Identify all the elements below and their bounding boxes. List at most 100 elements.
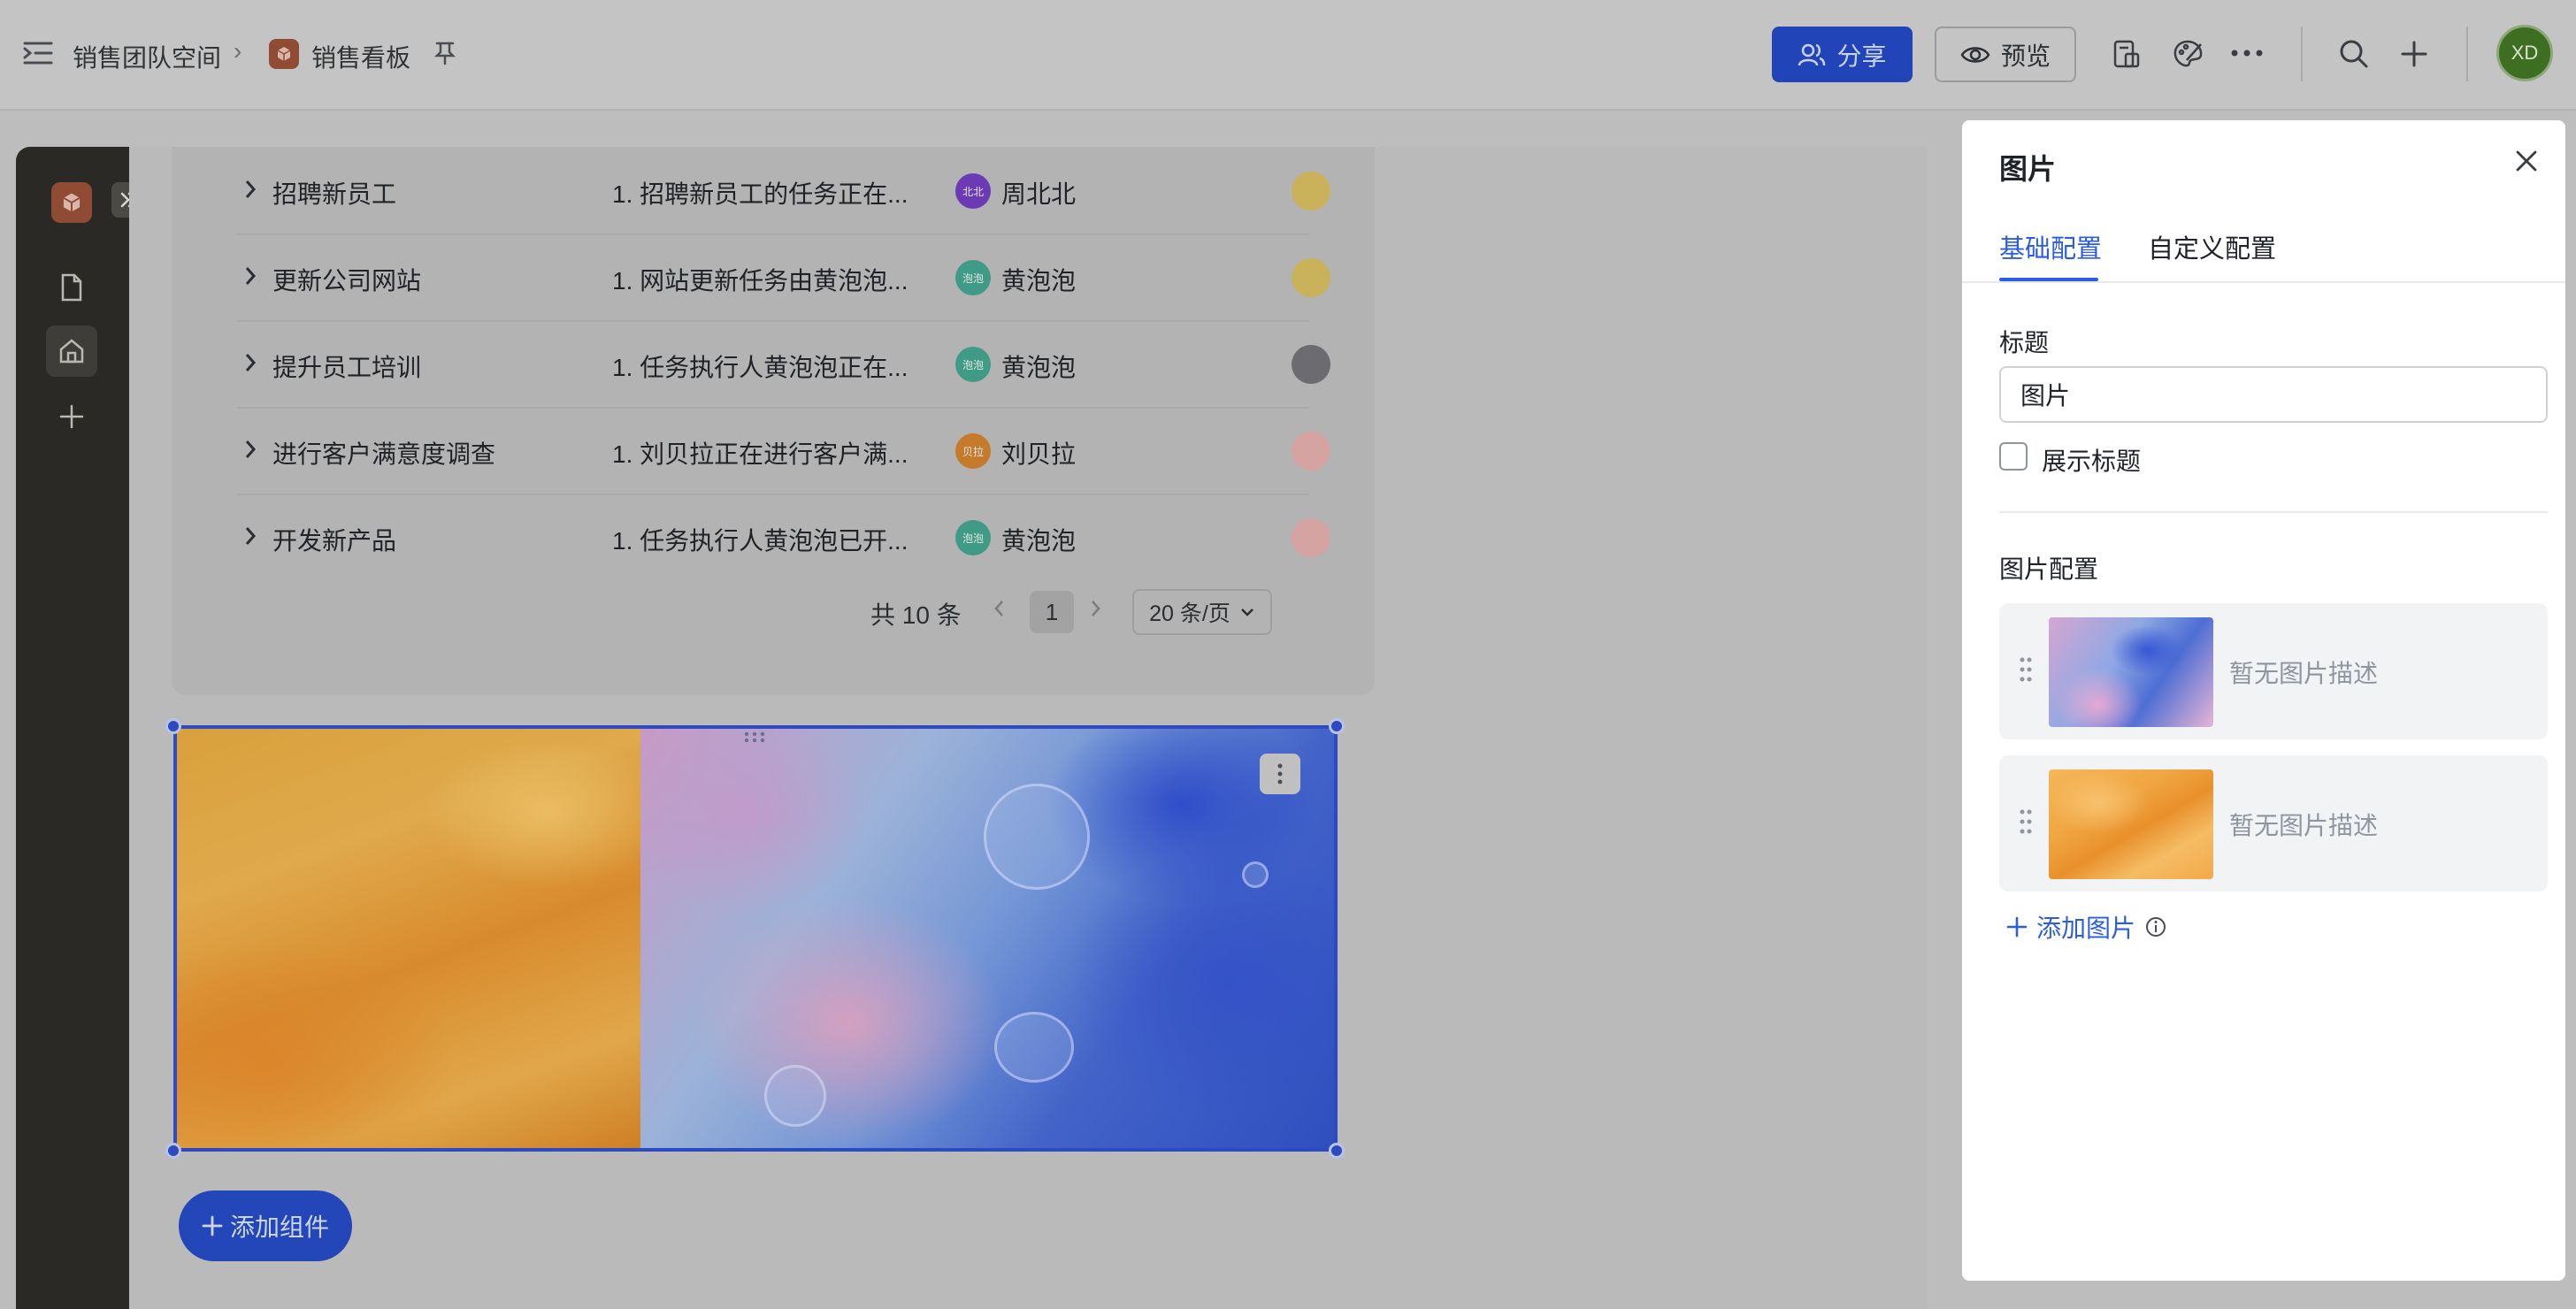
resize-handle-bottom-right[interactable] bbox=[1329, 1143, 1345, 1159]
table-row[interactable]: 招聘新员工 1. 招聘新员工的任务正在... 北北 周北北 bbox=[237, 149, 1330, 235]
left-rail bbox=[16, 147, 147, 1309]
assignee-avatar: 北北 bbox=[955, 173, 991, 209]
resize-handle-top-left[interactable] bbox=[165, 718, 181, 734]
resize-handle-bottom-left[interactable] bbox=[165, 1143, 181, 1159]
orange-marble-image bbox=[177, 729, 640, 1148]
page-number-button[interactable]: 1 bbox=[1030, 591, 1074, 633]
toolbar-divider-2 bbox=[2466, 27, 2468, 81]
breadcrumb-separator: › bbox=[234, 37, 242, 65]
template-icon[interactable] bbox=[2112, 39, 2141, 69]
search-icon[interactable] bbox=[2339, 39, 2369, 69]
status-dot bbox=[1292, 345, 1330, 384]
row-title: 开发新产品 bbox=[272, 527, 397, 555]
assignee-avatar: 泡泡 bbox=[955, 347, 991, 382]
home-icon bbox=[59, 339, 84, 364]
tab-custom-config[interactable]: 自定义配置 bbox=[2148, 228, 2276, 265]
page-size-value: 20 条/页 bbox=[1149, 601, 1230, 626]
image-thumbnail bbox=[2049, 617, 2213, 727]
plus-icon bbox=[202, 1215, 223, 1236]
status-dot bbox=[1292, 432, 1330, 471]
drag-grip-icon[interactable] bbox=[2019, 808, 2033, 839]
row-description: 1. 网站更新任务由黄泡泡... bbox=[612, 267, 908, 295]
row-title: 招聘新员工 bbox=[272, 180, 397, 208]
vertical-more-icon bbox=[1277, 763, 1283, 785]
board-logo-icon bbox=[269, 39, 299, 69]
tabs-divider bbox=[1962, 281, 2565, 283]
preview-label: 预览 bbox=[2000, 42, 2051, 70]
chevron-down-icon bbox=[1240, 609, 1254, 616]
close-icon[interactable] bbox=[2514, 149, 2539, 178]
assignee-avatar: 泡泡 bbox=[955, 260, 991, 295]
assignee-name: 黄泡泡 bbox=[1001, 527, 1077, 555]
table-row[interactable]: 更新公司网站 1. 网站更新任务由黄泡泡... 泡泡 黄泡泡 bbox=[237, 235, 1330, 322]
prev-page-icon[interactable] bbox=[993, 598, 1005, 624]
title-field-label: 标题 bbox=[1999, 329, 2050, 356]
image-widget[interactable] bbox=[173, 725, 1338, 1152]
assignee-name: 黄泡泡 bbox=[1001, 354, 1077, 381]
page-size-select[interactable]: 20 条/页 bbox=[1132, 589, 1272, 635]
resize-handle-top-right[interactable] bbox=[1329, 718, 1345, 734]
plus-icon bbox=[2006, 916, 2028, 938]
rail-home-button[interactable] bbox=[46, 325, 97, 377]
sidebar-toggle-icon[interactable] bbox=[23, 41, 53, 65]
widget-menu-button[interactable] bbox=[1260, 754, 1300, 794]
add-image-button[interactable]: 添加图片 bbox=[2006, 909, 2167, 945]
image-list-item[interactable]: 暂无图片描述 bbox=[1999, 603, 2548, 739]
breadcrumb-space[interactable]: 销售团队空间 bbox=[73, 39, 221, 74]
row-description: 1. 刘贝拉正在进行客户满... bbox=[612, 440, 908, 468]
expand-chevron-icon[interactable] bbox=[244, 352, 257, 378]
pagination-total: 共 10 条 bbox=[870, 601, 962, 629]
row-description: 1. 任务执行人黄泡泡正在... bbox=[612, 354, 908, 381]
row-title: 提升员工培训 bbox=[272, 354, 422, 381]
image-list-item[interactable]: 暂无图片描述 bbox=[1999, 755, 2548, 892]
table-row[interactable]: 提升员工培训 1. 任务执行人黄泡泡正在... 泡泡 黄泡泡 bbox=[237, 322, 1330, 409]
drag-grip-icon[interactable] bbox=[2019, 656, 2033, 687]
toolbar-divider bbox=[2301, 27, 2303, 81]
share-button[interactable]: 分享 bbox=[1772, 27, 1913, 82]
next-page-icon[interactable] bbox=[1090, 598, 1102, 624]
image-description: 暂无图片描述 bbox=[2229, 812, 2379, 839]
page-title: 销售看板 bbox=[311, 44, 411, 72]
add-image-label: 添加图片 bbox=[2036, 915, 2136, 942]
top-bar: 销售团队空间 › 销售看板 分享 预览 XD bbox=[0, 0, 2576, 111]
status-dot bbox=[1292, 172, 1330, 211]
app-logo-icon[interactable] bbox=[51, 182, 92, 223]
document-icon bbox=[61, 273, 82, 302]
rail-document-button[interactable] bbox=[46, 262, 97, 313]
user-avatar[interactable]: XD bbox=[2496, 25, 2553, 81]
image-description: 暂无图片描述 bbox=[2229, 660, 2379, 687]
info-icon[interactable] bbox=[2144, 915, 2167, 938]
section-divider bbox=[1999, 511, 2548, 513]
assignee-name: 周北北 bbox=[1001, 180, 1077, 208]
more-icon[interactable] bbox=[2231, 50, 2263, 57]
image-config-label: 图片配置 bbox=[1999, 555, 2099, 583]
expand-chevron-icon[interactable] bbox=[244, 265, 257, 291]
tab-basic-config[interactable]: 基础配置 bbox=[1999, 228, 2102, 265]
plus-icon bbox=[59, 404, 84, 429]
show-title-checkbox[interactable] bbox=[1999, 442, 2028, 471]
table-row[interactable]: 进行客户满意度调查 1. 刘贝拉正在进行客户满... 贝拉 刘贝拉 bbox=[237, 409, 1330, 495]
title-input[interactable]: 图片 bbox=[1999, 366, 2548, 423]
theme-palette-icon[interactable] bbox=[2173, 39, 2204, 69]
drag-handle-icon[interactable] bbox=[743, 731, 766, 747]
show-title-label[interactable]: 展示标题 bbox=[2042, 442, 2141, 478]
preview-button[interactable]: 预览 bbox=[1935, 27, 2076, 82]
expand-chevron-icon[interactable] bbox=[244, 525, 257, 551]
assignee-name: 黄泡泡 bbox=[1001, 267, 1077, 295]
expand-chevron-icon[interactable] bbox=[244, 439, 257, 464]
assignee-name: 刘贝拉 bbox=[1001, 440, 1077, 468]
add-component-label: 添加组件 bbox=[229, 1213, 329, 1241]
image-config-panel: 图片 基础配置 自定义配置 标题 图片 展示标题 图片配置 暂无图片描述 暂无图… bbox=[1962, 120, 2565, 1281]
status-dot bbox=[1292, 518, 1330, 557]
add-component-button[interactable]: 添加组件 bbox=[179, 1190, 352, 1261]
table-row[interactable]: 开发新产品 1. 任务执行人黄泡泡已开... 泡泡 黄泡泡 bbox=[237, 495, 1330, 582]
users-icon bbox=[1798, 43, 1826, 65]
pin-icon[interactable] bbox=[433, 41, 456, 65]
rail-add-button[interactable] bbox=[46, 391, 97, 442]
panel-title: 图片 bbox=[1999, 153, 2057, 185]
expand-chevron-icon[interactable] bbox=[244, 179, 257, 204]
row-title: 进行客户满意度调查 bbox=[272, 440, 496, 468]
add-icon[interactable] bbox=[2401, 41, 2427, 67]
assignee-avatar: 贝拉 bbox=[955, 433, 991, 469]
image-thumbnail bbox=[2049, 769, 2213, 879]
